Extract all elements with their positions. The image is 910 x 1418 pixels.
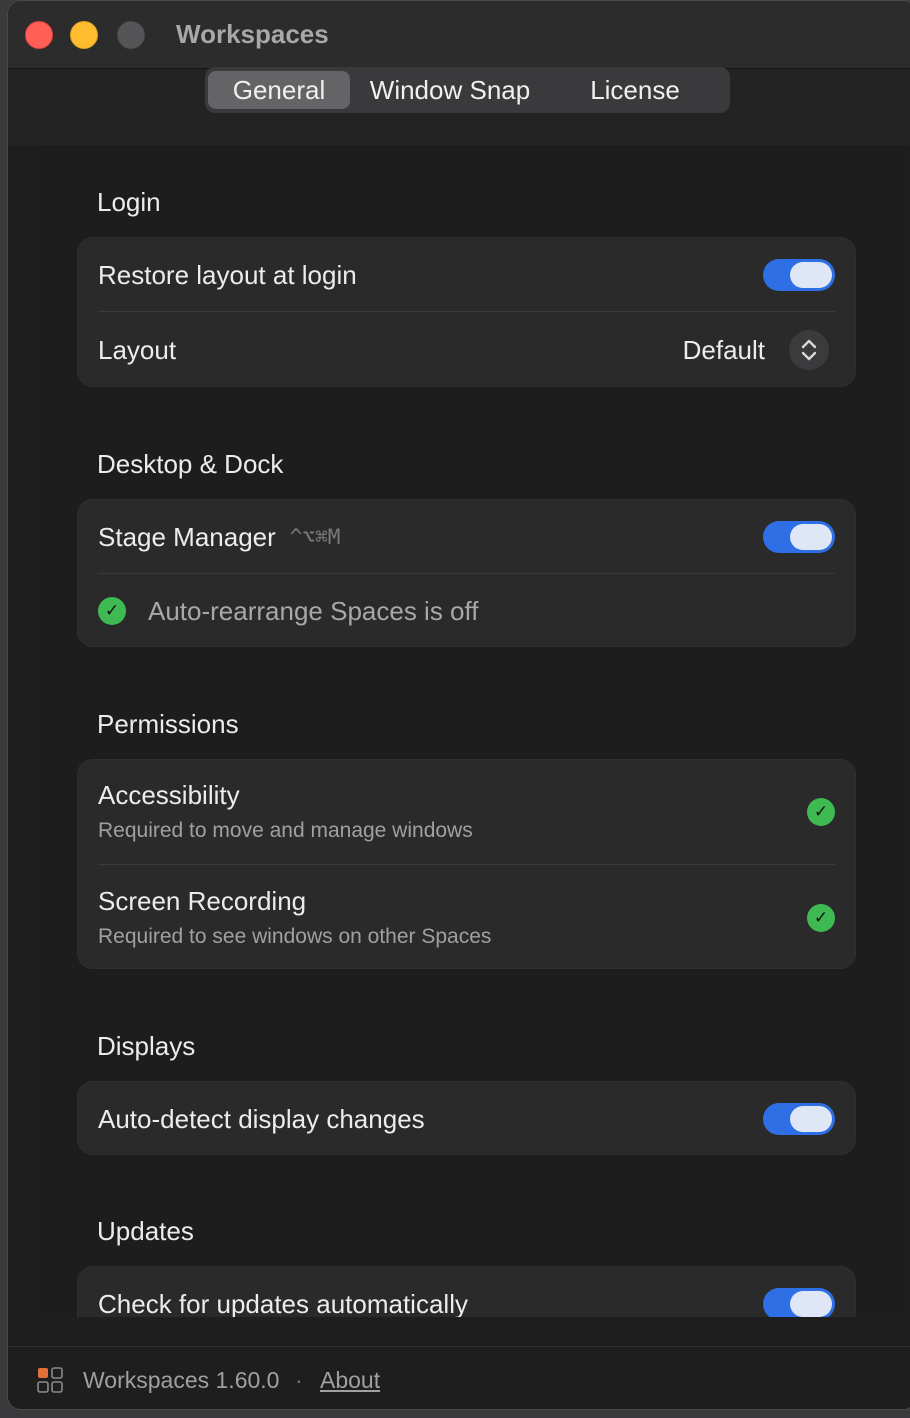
auto-detect-label: Auto-detect display changes xyxy=(98,1103,425,1134)
tab-general[interactable]: General xyxy=(208,71,350,109)
tab-license[interactable]: License xyxy=(550,71,720,109)
section-title-updates: Updates xyxy=(97,1216,194,1246)
chevron-up-down-icon xyxy=(801,339,817,361)
row-auto-detect-displays: Auto-detect display changes xyxy=(98,1102,835,1136)
title-bar[interactable]: Workspaces xyxy=(8,1,910,69)
row-restore-layout: Restore layout at login xyxy=(98,258,835,292)
divider xyxy=(98,573,835,574)
stage-manager-label: Stage Manager xyxy=(98,521,276,552)
stage-manager-shortcut: ^⌥⌘M xyxy=(289,525,341,549)
zoom-button[interactable] xyxy=(117,21,145,49)
layout-select-value[interactable]: Default xyxy=(683,335,765,366)
minimize-button[interactable] xyxy=(70,21,98,49)
accessibility-label: Accessibility xyxy=(98,780,240,810)
footer: Workspaces 1.60.0 · About xyxy=(8,1346,910,1409)
accessibility-description: Required to move and manage windows xyxy=(98,819,473,842)
row-auto-updates: Check for updates automatically xyxy=(98,1287,835,1317)
group-login: Restore layout at login Layout Default xyxy=(77,237,856,387)
auto-rearrange-status: Auto-rearrange Spaces is off xyxy=(148,595,479,626)
auto-updates-toggle[interactable] xyxy=(763,1288,835,1317)
version-label: Workspaces 1.60.0 xyxy=(83,1367,280,1393)
toggle-knob xyxy=(790,1106,832,1132)
toggle-knob xyxy=(790,1291,832,1317)
row-layout: Layout Default xyxy=(98,330,835,370)
section-title-displays: Displays xyxy=(97,1031,196,1061)
row-stage-manager: Stage Manager ^⌥⌘M xyxy=(98,520,835,554)
footer-separator: · xyxy=(295,1367,303,1393)
close-button[interactable] xyxy=(25,21,53,49)
restore-layout-label: Restore layout at login xyxy=(98,259,357,290)
stage-manager-toggle[interactable] xyxy=(763,521,835,553)
section-title-permissions: Permissions xyxy=(97,709,239,739)
group-desktop-dock: Stage Manager ^⌥⌘M ✓ Auto-rearrange Spac… xyxy=(77,499,856,647)
accessibility-granted-icon: ✓ xyxy=(807,798,835,826)
restore-layout-toggle[interactable] xyxy=(763,259,835,291)
window-title: Workspaces xyxy=(176,19,329,49)
layout-label: Layout xyxy=(98,334,177,365)
row-accessibility[interactable]: Accessibility Required to move and manag… xyxy=(98,780,835,846)
section-title-desktop-dock: Desktop & Dock xyxy=(97,449,284,479)
tab-bar: General Window Snap License xyxy=(205,67,730,113)
layout-select-button[interactable] xyxy=(789,330,829,370)
accessibility-text: Accessibility Required to move and manag… xyxy=(98,780,473,843)
row-auto-rearrange-status: ✓ Auto-rearrange Spaces is off xyxy=(98,594,835,628)
checkmark-icon: ✓ xyxy=(98,597,126,625)
app-logo-icon xyxy=(37,1367,63,1393)
divider xyxy=(98,311,835,312)
toggle-knob xyxy=(790,262,832,288)
divider xyxy=(98,864,835,865)
screen-recording-label: Screen Recording xyxy=(98,886,307,916)
group-displays: Auto-detect display changes xyxy=(77,1081,856,1155)
screen-recording-granted-icon: ✓ xyxy=(807,904,835,932)
screen-recording-text: Screen Recording Required to see windows… xyxy=(98,886,491,949)
section-title-login: Login xyxy=(97,187,161,217)
about-link[interactable]: About xyxy=(320,1367,380,1394)
group-permissions: Accessibility Required to move and manag… xyxy=(77,759,856,969)
row-screen-recording[interactable]: Screen Recording Required to see windows… xyxy=(98,886,835,952)
settings-content[interactable]: Login Restore layout at login Layout Def… xyxy=(37,145,907,1317)
tab-window-snap[interactable]: Window Snap xyxy=(350,71,550,109)
auto-detect-toggle[interactable] xyxy=(763,1103,835,1135)
settings-window: Workspaces General Window Snap License L… xyxy=(7,0,910,1410)
auto-updates-label: Check for updates automatically xyxy=(98,1288,468,1318)
screen-recording-description: Required to see windows on other Spaces xyxy=(98,925,492,948)
group-updates: Check for updates automatically xyxy=(77,1266,856,1317)
toggle-knob xyxy=(790,524,832,550)
